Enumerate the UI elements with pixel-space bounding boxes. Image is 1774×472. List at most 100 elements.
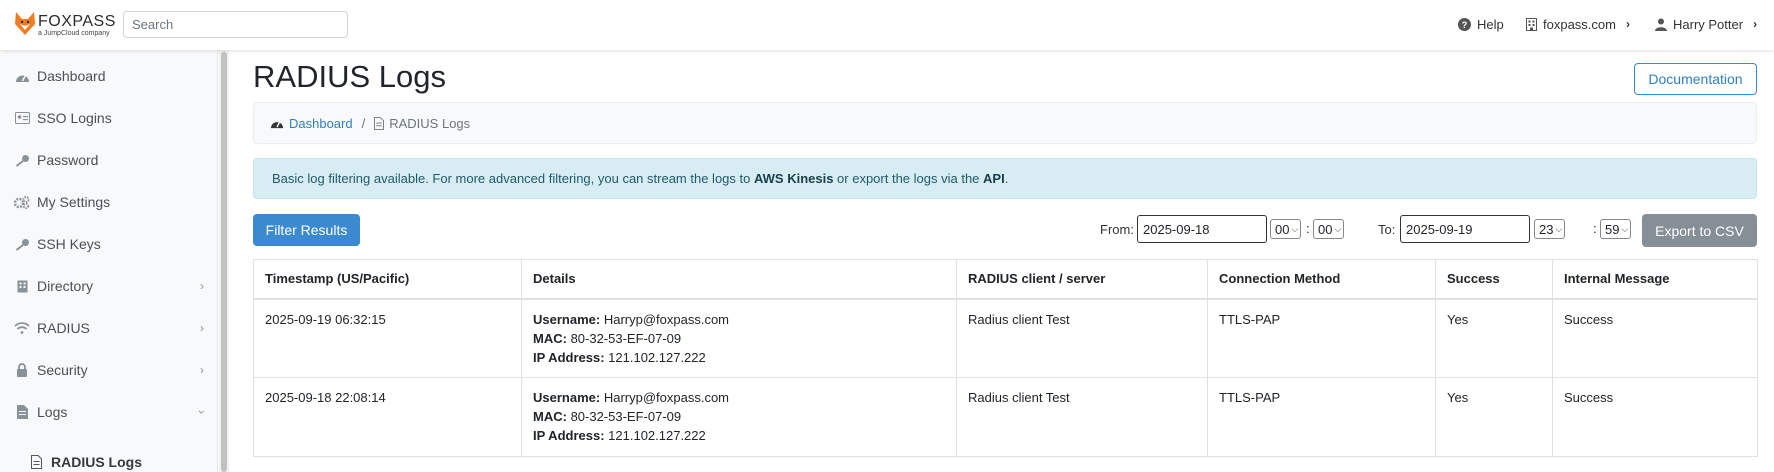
svg-text:?: ?: [1462, 20, 1468, 30]
breadcrumb-home-label: Dashboard: [289, 115, 353, 131]
sidebar-item-dashboard[interactable]: Dashboard: [14, 65, 204, 87]
table-row: 2025-09-19 06:32:15 Username: Harryp@fox…: [253, 298, 1758, 378]
dashboard-icon: [14, 68, 30, 84]
from-date-value: 2025-09-18: [1143, 221, 1210, 237]
ip-value: 121.102.127.222: [608, 349, 706, 365]
radius-logs-table: Timestamp (US/Pacific) Details RADIUS cl…: [253, 259, 1758, 457]
sidebar: Dashboard SSO Logins Password My Setting…: [0, 50, 218, 472]
id-card-icon: [14, 110, 30, 126]
wifi-icon: [14, 320, 30, 336]
api-link[interactable]: API: [983, 171, 1005, 186]
fox-logo-icon: [15, 12, 35, 35]
help-label: Help: [1477, 16, 1504, 32]
cell-message: Success: [1552, 298, 1758, 378]
to-minute-select[interactable]: 59 ⌵: [1600, 219, 1632, 239]
sidebar-item-password[interactable]: Password: [14, 149, 204, 171]
mac-label: MAC:: [533, 330, 567, 346]
breadcrumb-current: RADIUS Logs: [374, 116, 470, 131]
username-label: Username:: [533, 311, 601, 327]
help-link[interactable]: ? Help: [1458, 0, 1504, 48]
to-date-input[interactable]: 2025-09-19: [1400, 215, 1530, 243]
column-header-method[interactable]: Connection Method: [1207, 259, 1436, 300]
sidebar-scrollbar-thumb[interactable]: [221, 52, 227, 472]
documentation-button[interactable]: Documentation: [1634, 63, 1757, 95]
from-minute-select[interactable]: 00 ⌵: [1313, 219, 1345, 239]
username-value: Harryp@foxpass.com: [603, 311, 730, 327]
alert-text-mid: or export the logs via the: [833, 171, 984, 186]
cell-client: Radius client Test: [956, 377, 1208, 457]
page-title: RADIUS Logs: [253, 59, 446, 94]
foxpass-logo[interactable]: FOXPASS a JumpCloud company: [14, 10, 116, 40]
column-header-message[interactable]: Internal Message: [1552, 259, 1758, 300]
gears-icon: [14, 194, 30, 210]
cell-details: Username: Harryp@foxpass.com MAC: 80-32-…: [521, 298, 957, 378]
chevron-right-icon: ›: [1625, 17, 1630, 31]
sidebar-item-sso-logins[interactable]: SSO Logins: [14, 107, 204, 129]
cell-client: Radius client Test: [956, 298, 1208, 378]
brand-name: FOXPASS: [38, 13, 116, 30]
top-navbar: FOXPASS a JumpCloud company ? Help foxpa…: [0, 0, 1774, 50]
breadcrumb: Dashboard / RADIUS Logs: [253, 102, 1757, 144]
to-hour-value: 23: [1539, 221, 1554, 237]
username-label: Username:: [533, 390, 601, 405]
sidebar-item-my-settings[interactable]: My Settings: [14, 191, 204, 213]
sidebar-subitem-radius-logs[interactable]: RADIUS Logs: [28, 452, 142, 472]
aws-kinesis-link[interactable]: AWS Kinesis: [754, 171, 833, 186]
cell-message: Success: [1552, 377, 1758, 457]
key-icon: [14, 152, 30, 168]
chevron-right-icon: ›: [200, 321, 204, 335]
column-header-details[interactable]: Details: [521, 259, 957, 300]
export-csv-button[interactable]: Export to CSV: [1642, 214, 1757, 247]
username-value: Harryp@foxpass.com: [603, 390, 730, 405]
file-icon: [374, 116, 385, 130]
cell-method: TTLS-PAP: [1207, 377, 1436, 457]
sidebar-item-label: SSO Logins: [37, 110, 112, 126]
table-row: 2025-09-18 22:08:14 Username: Harryp@fox…: [253, 377, 1758, 457]
building-icon: [1526, 17, 1537, 31]
column-header-timestamp[interactable]: Timestamp (US/Pacific): [253, 259, 522, 300]
user-icon: [1655, 18, 1667, 31]
sidebar-item-directory[interactable]: Directory ›: [14, 275, 204, 297]
key-icon: [14, 236, 30, 252]
chevron-down-icon: ⌵: [1334, 223, 1342, 234]
user-menu[interactable]: Harry Potter ›: [1655, 0, 1757, 48]
mac-label: MAC:: [533, 409, 567, 424]
chevron-down-icon: ⌵: [1291, 223, 1299, 234]
mac-value: 80-32-53-EF-07-09: [570, 409, 682, 424]
question-circle-icon: ?: [1458, 17, 1471, 31]
from-hour-value: 00: [1275, 221, 1290, 237]
domain-menu[interactable]: foxpass.com ›: [1526, 0, 1630, 48]
from-label: From:: [1100, 222, 1134, 237]
ip-label: IP Address:: [533, 349, 605, 365]
from-hour-select[interactable]: 00 ⌵: [1270, 219, 1302, 239]
to-minute-value: 59: [1605, 221, 1620, 237]
from-date-input[interactable]: 2025-09-18: [1137, 215, 1267, 243]
chevron-down-icon: ⌵: [1621, 223, 1629, 234]
lock-icon: [14, 362, 30, 378]
column-header-client[interactable]: RADIUS client / server: [956, 259, 1208, 300]
mac-value: 80-32-53-EF-07-09: [570, 330, 682, 346]
file-icon: [14, 404, 30, 420]
sidebar-item-label: RADIUS: [37, 320, 90, 336]
to-hour-select[interactable]: 23 ⌵: [1534, 219, 1566, 239]
sidebar-item-ssh-keys[interactable]: SSH Keys: [14, 233, 204, 255]
ip-value: 121.102.127.222: [608, 428, 706, 443]
time-colon: :: [1593, 221, 1597, 236]
search-input[interactable]: [123, 11, 348, 38]
cell-details: Username: Harryp@foxpass.com MAC: 80-32-…: [521, 377, 957, 457]
info-alert: Basic log filtering available. For more …: [253, 158, 1757, 199]
breadcrumb-dashboard-link[interactable]: Dashboard: [270, 116, 353, 131]
sidebar-item-radius[interactable]: RADIUS ›: [14, 317, 204, 339]
chevron-right-icon: ›: [200, 279, 204, 293]
chevron-down-icon: ›: [195, 410, 209, 414]
sidebar-item-label: Logs: [37, 404, 68, 420]
column-header-success[interactable]: Success: [1435, 259, 1553, 300]
breadcrumb-current-label: RADIUS Logs: [389, 115, 471, 131]
filter-results-button[interactable]: Filter Results: [253, 214, 360, 246]
chevron-right-icon: ›: [200, 363, 204, 377]
sidebar-item-security[interactable]: Security ›: [14, 359, 204, 381]
chevron-right-icon: ›: [1753, 17, 1758, 31]
from-minute-value: 00: [1318, 221, 1333, 237]
cell-timestamp: 2025-09-18 22:08:14: [253, 377, 522, 457]
sidebar-item-logs[interactable]: Logs ›: [14, 401, 209, 423]
